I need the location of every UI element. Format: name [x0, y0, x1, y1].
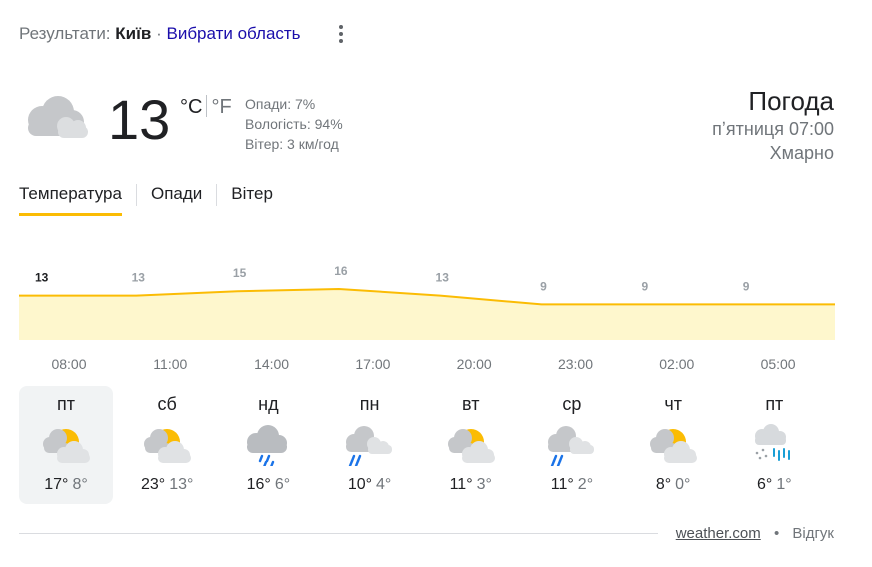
temperature-label: 13: [132, 271, 146, 285]
day-card[interactable]: пт 6° 1°: [727, 386, 821, 504]
temperature-label: 16: [334, 264, 348, 278]
temperature-label: 15: [233, 266, 247, 280]
day-card[interactable]: вт 11° 3°: [424, 386, 518, 504]
time-tick-label: 02:00: [659, 356, 694, 372]
day-card[interactable]: сб 23° 13°: [120, 386, 214, 504]
temperature-area: [19, 289, 835, 340]
feedback-link[interactable]: Відгук: [792, 525, 834, 542]
day-card[interactable]: пт 17° 8°: [19, 386, 113, 504]
temperature-chart: 13 13 15 16 13 9 9 9 08:00 11:00 14:00 17:00 20:00 23…: [19, 250, 835, 385]
weather-title: Погода: [748, 86, 834, 116]
weather-details: Опади: 7% Вологість: 94% Вітер: 3 км/год: [245, 94, 343, 154]
day-low: 6°: [274, 476, 291, 493]
tab-temperature[interactable]: Температура: [19, 180, 122, 216]
day-high: 17°: [44, 476, 69, 493]
day-name: пт: [57, 394, 75, 414]
day-high: 23°: [140, 476, 166, 493]
rain-icon: [221, 416, 315, 472]
time-tick-label: 17:00: [355, 356, 390, 372]
city-name: Київ: [115, 24, 152, 43]
footer-divider: [19, 533, 658, 534]
day-high: 8°: [655, 476, 672, 493]
humidity-text: Вологість: 94%: [245, 116, 343, 132]
day-name: сб: [157, 394, 177, 414]
day-name: вт: [462, 394, 480, 414]
day-name: пн: [359, 394, 380, 414]
showers-icon: [323, 416, 417, 472]
day-low: 13°: [169, 476, 194, 493]
day-card[interactable]: ср 11° 2°: [525, 386, 619, 504]
daily-forecast: пт 17° 8° сб 23° 13° нд 16° 6° пн 10° 4° вт …: [19, 386, 821, 504]
precipitation-text: Опади: 7%: [245, 96, 316, 112]
temperature-label: 13: [436, 271, 450, 285]
day-low: 4°: [376, 476, 392, 493]
unit-toggle: °C °F: [180, 95, 232, 119]
day-high: 10°: [347, 476, 373, 493]
day-card[interactable]: чт 8° 0°: [626, 386, 720, 504]
source-link[interactable]: weather.com: [676, 525, 761, 542]
day-name: пт: [765, 394, 784, 414]
wind-text: Вітер: 3 км/год: [245, 136, 339, 152]
day-name: нд: [258, 394, 279, 414]
footer: weather.com • Відгук: [676, 525, 834, 542]
tab-bar: Температура Опади Вітер: [19, 180, 273, 216]
condition-text: Хмарно: [769, 143, 834, 163]
partly-cloudy-icon: [626, 416, 720, 472]
day-low: 8°: [72, 476, 88, 493]
day-high: 16°: [246, 476, 271, 493]
time-tick-label: 05:00: [761, 356, 796, 372]
datetime-text: пʼятниця 07:00: [712, 119, 834, 139]
partly-cloudy-icon: [19, 416, 113, 472]
day-card[interactable]: пн 10° 4°: [323, 386, 417, 504]
tab-precipitation[interactable]: Опади: [151, 180, 202, 214]
time-tick-label: 14:00: [254, 356, 289, 372]
day-name: чт: [664, 394, 682, 414]
temperature-label: 9: [540, 279, 547, 293]
weather-summary: Погода пʼятниця 07:00 Хмарно: [712, 85, 834, 165]
time-tick-label: 20:00: [457, 356, 492, 372]
day-low: 2°: [577, 476, 594, 493]
unit-celsius[interactable]: °C: [180, 96, 202, 118]
day-high: 11°: [449, 476, 473, 493]
showers-icon: [525, 416, 619, 472]
tab-wind[interactable]: Вітер: [231, 180, 273, 214]
more-options-icon[interactable]: [334, 25, 348, 43]
cloudy-icon: [20, 94, 92, 147]
temperature-label: 13: [35, 271, 49, 285]
partly-cloudy-icon: [424, 416, 518, 472]
day-high: 11°: [550, 476, 574, 493]
temperature-label: 9: [743, 279, 750, 293]
day-low: 0°: [675, 476, 691, 493]
choose-region-link[interactable]: Вибрати область: [166, 24, 300, 43]
footer-bullet: •: [773, 525, 780, 542]
snow-rain-icon: [727, 416, 821, 472]
temperature-label: 9: [641, 279, 648, 293]
time-tick-label: 11:00: [153, 356, 187, 372]
day-low: 1°: [776, 476, 792, 493]
separator-dot: ·: [156, 24, 162, 43]
unit-fahrenheit[interactable]: °F: [211, 96, 231, 118]
results-label: Результати:: [19, 24, 111, 43]
partly-cloudy-icon: [120, 416, 214, 472]
day-high: 6°: [757, 476, 773, 493]
time-tick-label: 08:00: [51, 356, 86, 372]
day-low: 3°: [476, 476, 492, 493]
current-temperature: 13: [108, 88, 171, 151]
time-tick-label: 23:00: [558, 356, 593, 372]
day-name: ср: [562, 394, 582, 414]
location-header: Результати: Київ · Вибрати область: [19, 24, 301, 44]
day-card[interactable]: нд 16° 6°: [221, 386, 315, 504]
